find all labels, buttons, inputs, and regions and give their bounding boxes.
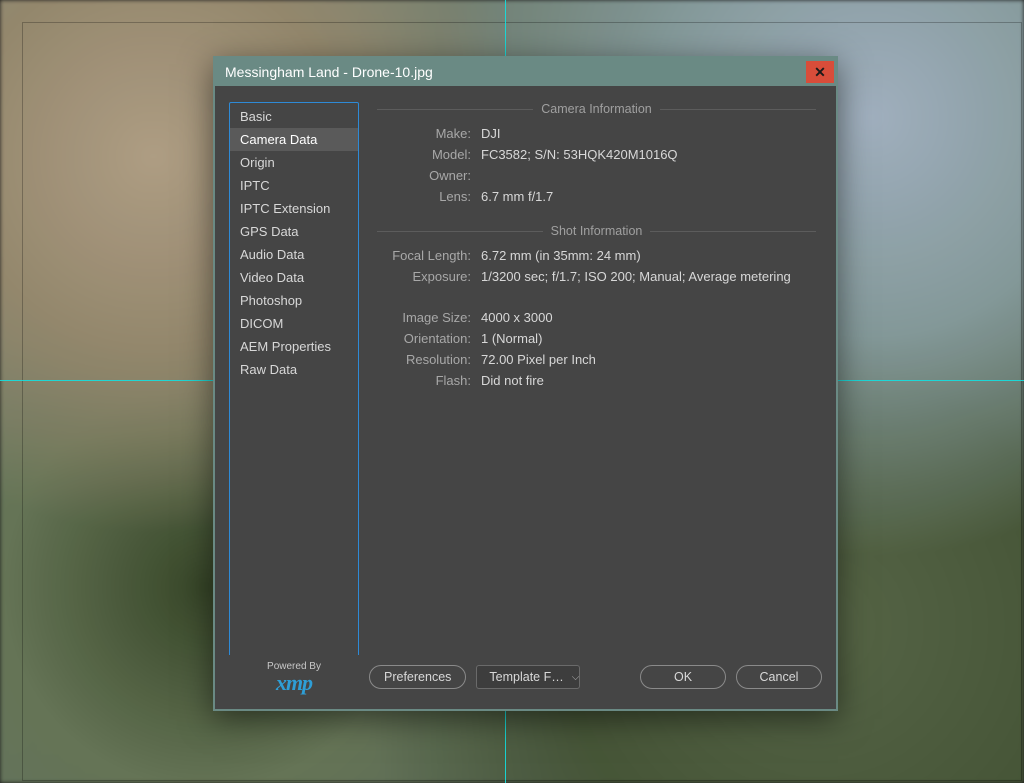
sidebar-item-label: Photoshop xyxy=(240,293,302,308)
value-flash: Did not fire xyxy=(481,373,544,388)
row-orientation: Orientation: 1 (Normal) xyxy=(377,331,816,346)
sidebar-item-label: Basic xyxy=(240,109,272,124)
value-model: FC3582; S/N: 53HQK420M1016Q xyxy=(481,147,678,162)
button-label: OK xyxy=(674,670,692,684)
dialog-footer: Powered By xmp Preferences Template F… ⌵… xyxy=(215,655,836,709)
section-heading-camera: Camera Information xyxy=(377,102,816,116)
sidebar-item-label: DICOM xyxy=(240,316,283,331)
value-resolution: 72.00 Pixel per Inch xyxy=(481,352,596,367)
xmp-logo: xmp xyxy=(276,672,312,694)
label-make: Make: xyxy=(377,126,481,141)
template-dropdown[interactable]: Template F… ⌵ xyxy=(476,665,580,689)
row-resolution: Resolution: 72.00 Pixel per Inch xyxy=(377,352,816,367)
powered-by-block: Powered By xmp xyxy=(229,661,359,694)
sidebar-item-label: IPTC Extension xyxy=(240,201,330,216)
value-exposure: 1/3200 sec; f/1.7; ISO 200; Manual; Aver… xyxy=(481,269,791,284)
sidebar-item-iptc[interactable]: IPTC xyxy=(230,174,358,197)
label-resolution: Resolution: xyxy=(377,352,481,367)
value-orientation: 1 (Normal) xyxy=(481,331,542,346)
dialog-title: Messingham Land - Drone-10.jpg xyxy=(225,64,433,80)
titlebar[interactable]: Messingham Land - Drone-10.jpg ✕ xyxy=(215,58,836,86)
sidebar-item-gps-data[interactable]: GPS Data xyxy=(230,220,358,243)
file-info-dialog: Messingham Land - Drone-10.jpg ✕ Basic C… xyxy=(213,56,838,711)
button-label: Cancel xyxy=(760,670,799,684)
category-sidebar: Basic Camera Data Origin IPTC IPTC Exten… xyxy=(229,102,359,655)
value-make: DJI xyxy=(481,126,501,141)
row-make: Make: DJI xyxy=(377,126,816,141)
sidebar-item-label: IPTC xyxy=(240,178,270,193)
sidebar-item-aem-properties[interactable]: AEM Properties xyxy=(230,335,358,358)
sidebar-item-iptc-extension[interactable]: IPTC Extension xyxy=(230,197,358,220)
row-flash: Flash: Did not fire xyxy=(377,373,816,388)
sidebar-item-dicom[interactable]: DICOM xyxy=(230,312,358,335)
label-model: Model: xyxy=(377,147,481,162)
metadata-panel: Camera Information Make: DJI Model: FC35… xyxy=(377,102,822,655)
sidebar-item-label: GPS Data xyxy=(240,224,299,239)
sidebar-item-photoshop[interactable]: Photoshop xyxy=(230,289,358,312)
sidebar-item-audio-data[interactable]: Audio Data xyxy=(230,243,358,266)
label-flash: Flash: xyxy=(377,373,481,388)
label-image-size: Image Size: xyxy=(377,310,481,325)
preferences-button[interactable]: Preferences xyxy=(369,665,466,689)
value-lens: 6.7 mm f/1.7 xyxy=(481,189,553,204)
sidebar-item-label: AEM Properties xyxy=(240,339,331,354)
section-heading-label: Shot Information xyxy=(551,224,643,238)
sidebar-item-label: Origin xyxy=(240,155,275,170)
row-image-size: Image Size: 4000 x 3000 xyxy=(377,310,816,325)
row-exposure: Exposure: 1/3200 sec; f/1.7; ISO 200; Ma… xyxy=(377,269,816,284)
label-owner: Owner: xyxy=(377,168,481,183)
chevron-down-icon: ⌵ xyxy=(572,672,580,683)
row-model: Model: FC3582; S/N: 53HQK420M1016Q xyxy=(377,147,816,162)
cancel-button[interactable]: Cancel xyxy=(736,665,822,689)
sidebar-item-video-data[interactable]: Video Data xyxy=(230,266,358,289)
sidebar-item-label: Raw Data xyxy=(240,362,297,377)
label-exposure: Exposure: xyxy=(377,269,481,284)
row-owner: Owner: xyxy=(377,168,816,183)
sidebar-item-origin[interactable]: Origin xyxy=(230,151,358,174)
sidebar-item-label: Video Data xyxy=(240,270,304,285)
close-icon: ✕ xyxy=(814,64,826,81)
ok-button[interactable]: OK xyxy=(640,665,726,689)
section-heading-shot: Shot Information xyxy=(377,224,816,238)
label-focal-length: Focal Length: xyxy=(377,248,481,263)
label-orientation: Orientation: xyxy=(377,331,481,346)
row-lens: Lens: 6.7 mm f/1.7 xyxy=(377,189,816,204)
sidebar-item-label: Camera Data xyxy=(240,132,317,147)
row-focal-length: Focal Length: 6.72 mm (in 35mm: 24 mm) xyxy=(377,248,816,263)
sidebar-item-basic[interactable]: Basic xyxy=(230,105,358,128)
value-focal-length: 6.72 mm (in 35mm: 24 mm) xyxy=(481,248,641,263)
sidebar-item-raw-data[interactable]: Raw Data xyxy=(230,358,358,381)
section-heading-label: Camera Information xyxy=(541,102,651,116)
label-lens: Lens: xyxy=(377,189,481,204)
value-image-size: 4000 x 3000 xyxy=(481,310,553,325)
sidebar-item-label: Audio Data xyxy=(240,247,304,262)
button-label: Preferences xyxy=(384,670,451,684)
dropdown-label: Template F… xyxy=(489,670,563,684)
sidebar-item-camera-data[interactable]: Camera Data xyxy=(230,128,358,151)
close-button[interactable]: ✕ xyxy=(806,61,834,83)
